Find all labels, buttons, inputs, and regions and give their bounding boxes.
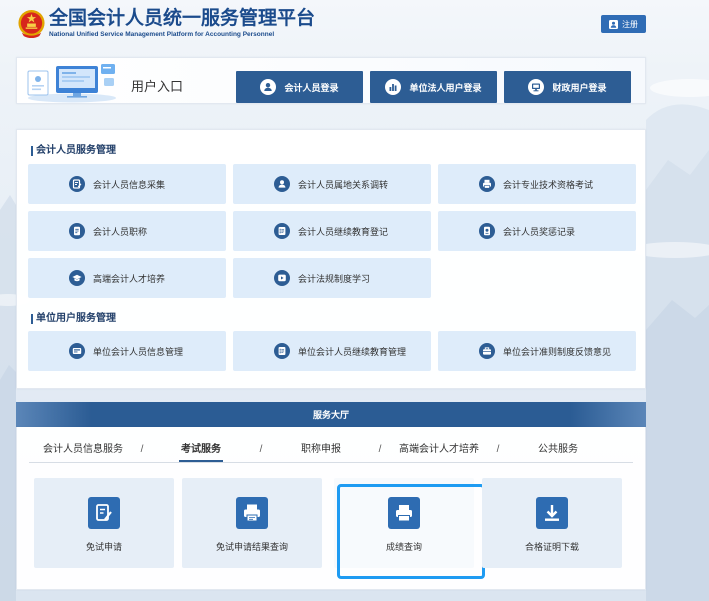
tab-label: 公共服务 — [538, 444, 578, 455]
card-score-query[interactable]: 成绩查询 — [334, 478, 485, 579]
card-exemption-application[interactable]: 免试申请 — [34, 478, 174, 568]
service-reward-record[interactable]: 会计人员奖惩记录 — [438, 211, 636, 251]
entry-title: 用户入口 — [131, 79, 184, 94]
service-label: 单位会计人员继续教育管理 — [298, 346, 407, 357]
tab-label: 考试服务 — [179, 444, 223, 462]
service-education-registration[interactable]: 会计人员继续教育登记 — [233, 211, 431, 251]
service-label: 单位会计人员信息管理 — [93, 346, 184, 357]
service-unit-education-management[interactable]: 单位会计人员继续教育管理 — [233, 331, 431, 371]
edit-document-icon — [88, 497, 120, 529]
download-icon — [536, 497, 568, 529]
tab-title-application[interactable]: 职称申报 — [271, 444, 371, 464]
unit-services-heading: 单位用户服务管理 — [31, 313, 116, 325]
accountant-login-button[interactable]: 会计人员登录 — [236, 71, 363, 103]
service-label: 会计法规制度学习 — [298, 273, 371, 284]
tab-divider — [29, 462, 633, 463]
list-icon — [274, 343, 290, 359]
tab-separator: / — [496, 444, 500, 455]
login-button-label: 单位法人用户登录 — [409, 82, 482, 93]
bar-chart-icon — [385, 79, 402, 95]
card-label: 免试申请结果查询 — [215, 542, 288, 552]
tab-info-services[interactable]: 会计人员信息服务 — [33, 444, 133, 464]
service-label: 单位会计准则制度反馈意见 — [503, 346, 612, 357]
national-emblem-icon — [18, 9, 45, 39]
tab-separator: / — [259, 444, 263, 455]
service-location-transfer[interactable]: 会计人员属地关系调转 — [233, 164, 431, 204]
form-edit-icon — [69, 176, 85, 192]
person-icon — [274, 176, 290, 192]
finance-login-button[interactable]: 财政用户登录 — [504, 71, 631, 103]
service-label: 会计人员继续教育登记 — [298, 226, 389, 237]
service-talent-training[interactable]: 高端会计人才培养 — [28, 258, 226, 298]
tab-label: 会计人员信息服务 — [43, 444, 123, 455]
card-exemption-result-query[interactable]: 免试申请结果查询 — [182, 478, 322, 568]
services-panel: 会计人员服务管理 会计人员信息采集 会计人员属地关系调转 会计专业技术资格考试 … — [16, 129, 646, 389]
heading-label: 会计人员服务管理 — [36, 145, 116, 156]
tab-label: 职称申报 — [301, 444, 341, 455]
stamp-icon — [236, 497, 268, 529]
service-hall-title: 服务大厅 — [312, 410, 349, 420]
service-unit-standards-feedback[interactable]: 单位会计准则制度反馈意见 — [438, 331, 636, 371]
card-label: 合格证明下载 — [524, 542, 579, 552]
service-unit-info-management[interactable]: 单位会计人员信息管理 — [28, 331, 226, 371]
service-label: 会计人员属地关系调转 — [298, 179, 389, 190]
card-label: 免试申请 — [85, 542, 122, 552]
legal-person-login-button[interactable]: 单位法人用户登录 — [370, 71, 497, 103]
printer-icon — [479, 176, 495, 192]
entry-illustration — [27, 64, 116, 103]
service-label: 会计人员奖惩记录 — [503, 226, 576, 237]
register-label: 注册 — [622, 19, 638, 29]
monitor-icon — [528, 79, 545, 95]
service-label: 会计人员职称 — [93, 226, 148, 237]
document-icon — [69, 223, 85, 239]
service-qualification-exam[interactable]: 会计专业技术资格考试 — [438, 164, 636, 204]
tab-exam-services[interactable]: 考试服务 — [151, 444, 251, 464]
play-icon — [274, 270, 290, 286]
tab-label: 高端会计人才培养 — [399, 444, 479, 455]
service-label: 会计人员信息采集 — [93, 179, 166, 190]
user-entry-panel: 用户入口 会计人员登录 单位法人用户登录 财政用户登录 — [16, 57, 646, 104]
user-icon — [609, 19, 618, 29]
personal-services-heading: 会计人员服务管理 — [31, 145, 116, 157]
tab-separator: / — [378, 444, 382, 455]
login-button-label: 会计人员登录 — [284, 82, 339, 93]
service-info-collection[interactable]: 会计人员信息采集 — [28, 164, 226, 204]
graduation-cap-icon — [69, 270, 85, 286]
list-icon — [274, 223, 290, 239]
site-subtitle: National Unified Service Management Plat… — [49, 31, 275, 38]
service-hall-panel: 会计人员信息服务 / 考试服务 / 职称申报 / 高端会计人才培养 / 公共服务… — [16, 427, 646, 590]
printer-icon — [388, 497, 420, 529]
service-regulation-study[interactable]: 会计法规制度学习 — [233, 258, 431, 298]
tab-public-services[interactable]: 公共服务 — [508, 444, 608, 464]
service-hall-header: 服务大厅 — [16, 402, 646, 427]
heading-label: 单位用户服务管理 — [36, 313, 116, 324]
site-title: 全国会计人员统一服务管理平台 — [49, 8, 316, 29]
register-button[interactable]: 注册 — [601, 15, 646, 33]
service-title[interactable]: 会计人员职称 — [28, 211, 226, 251]
id-card-icon — [69, 343, 85, 359]
login-button-label: 财政用户登录 — [552, 82, 607, 93]
tab-talent-training[interactable]: 高端会计人才培养 — [389, 444, 489, 464]
user-icon — [260, 79, 277, 95]
card-certificate-download[interactable]: 合格证明下载 — [482, 478, 622, 568]
record-icon — [479, 223, 495, 239]
service-label: 会计专业技术资格考试 — [503, 179, 594, 190]
tab-separator: / — [140, 444, 144, 455]
service-label: 高端会计人才培养 — [93, 273, 166, 284]
briefcase-icon — [479, 343, 495, 359]
card-label: 成绩查询 — [385, 542, 422, 552]
